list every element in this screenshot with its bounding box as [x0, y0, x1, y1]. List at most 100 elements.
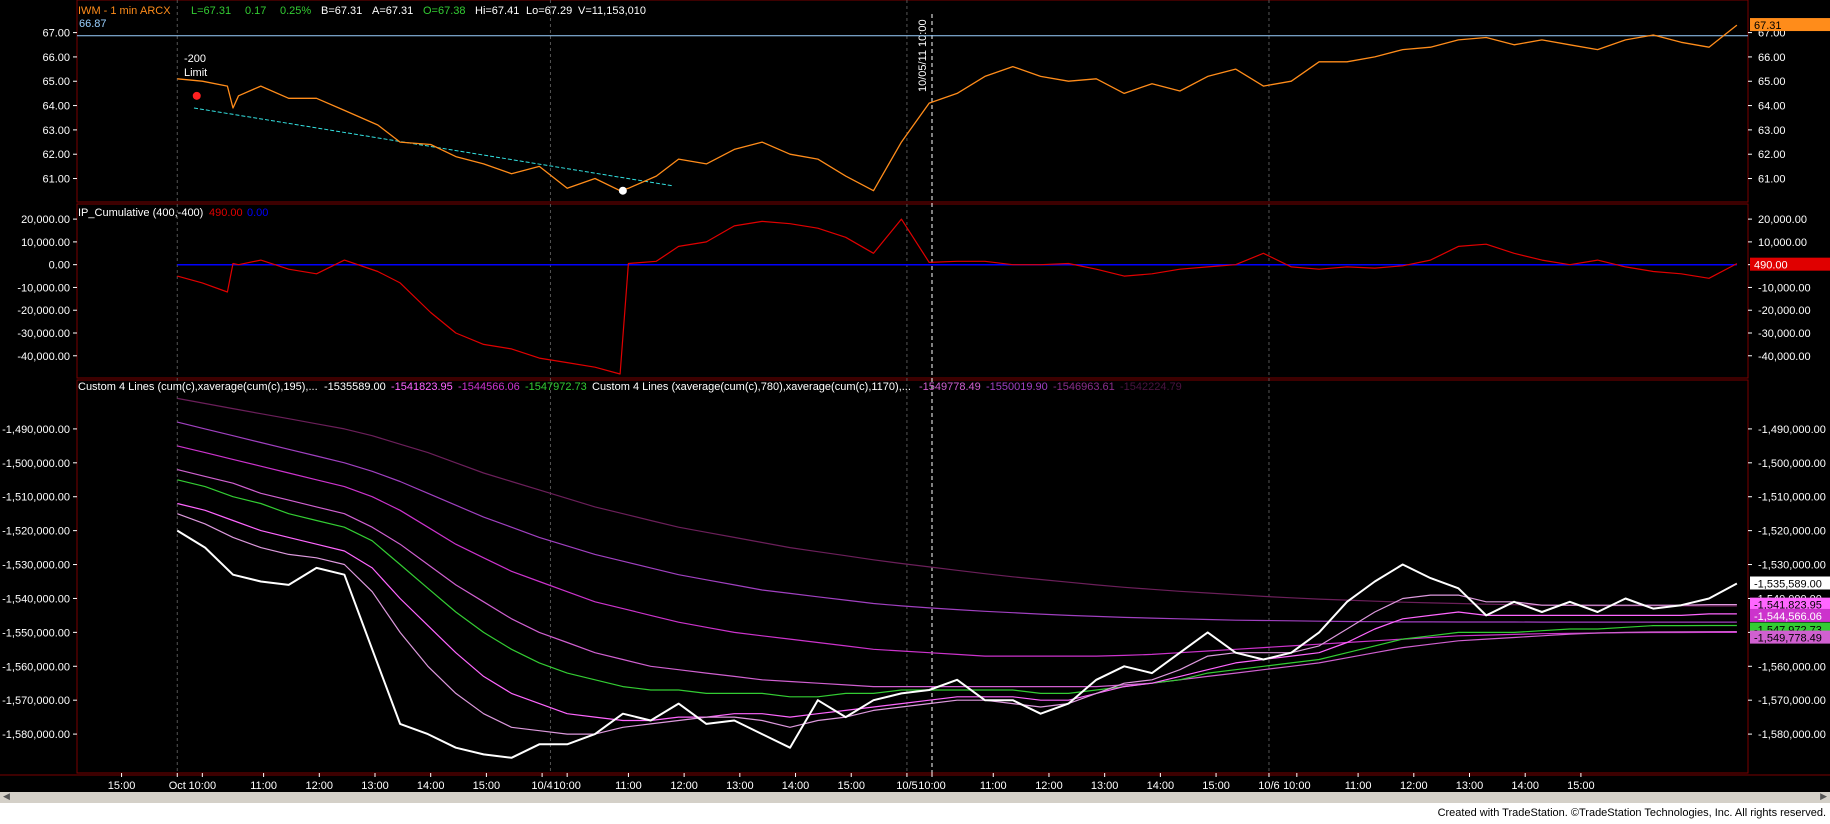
c4-left-tick-4: -1,530,000.00 — [2, 560, 70, 572]
custom4-v4: -1547972.73 — [525, 381, 587, 393]
ip-right-tick-1: 10,000.00 — [1758, 237, 1807, 249]
open-label: O=67.38 — [423, 5, 466, 17]
x-tick-18: 12:00 — [1035, 780, 1063, 792]
horizontal-scrollbar[interactable]: ◀ ▶ — [0, 791, 1830, 803]
c4-series-2 — [177, 502, 1737, 722]
price-header: IWM - 1 min ARCX L=67.31 0.17 0.25% B=67… — [78, 5, 646, 30]
ask-label: A=67.31 — [372, 5, 413, 17]
ip-title: IP_Cumulative (400,-400) — [78, 207, 203, 219]
price-panel: 67.00 67.0066.00 66.0065.00 65.0064.00 64.00… — [42, 18, 1830, 195]
footer: Created with TradeStation. ©TradeStation… — [0, 803, 1830, 824]
order-marker[interactable]: -200 Limit — [184, 53, 207, 79]
x-tick-17: 11:00 — [980, 780, 1007, 792]
x-tick-8: 10/4 — [531, 780, 552, 792]
x-tick-5: 13:00 — [361, 780, 389, 792]
ip-value: 490.00 — [209, 207, 243, 219]
x-tick-4: 12:00 — [306, 780, 334, 792]
c4-left-tick-6: -1,550,000.00 — [2, 627, 70, 639]
x-tick-2: 10:00 — [189, 780, 217, 792]
x-tick-9: 10:00 — [553, 780, 581, 792]
pct-label: 0.25% — [280, 5, 311, 17]
c4-series-0 — [176, 529, 1738, 759]
change-label: 0.17 — [245, 5, 266, 17]
ip-right-tick-4: -20,000.00 — [1758, 305, 1811, 317]
ip-left-tick-1: 10,000.00 — [21, 237, 70, 249]
high-label: Hi=67.41 — [475, 5, 519, 17]
exchange-label: ARCX — [140, 5, 171, 17]
copyright-text: Created with TradeStation. ©TradeStation… — [1437, 807, 1826, 819]
c4-tag-5: -1,549,778.49 — [1754, 633, 1822, 645]
ip-left-tick-3: -10,000.00 — [17, 282, 70, 294]
bid-label: B=67.31 — [321, 5, 362, 17]
x-tick-3: 11:00 — [250, 780, 277, 792]
scroll-right-icon[interactable]: ▶ — [1820, 791, 1827, 802]
panel-frame-1 — [76, 0, 1749, 203]
x-tick-15: 10/5 — [896, 780, 917, 792]
x-tick-23: 10:00 — [1283, 780, 1311, 792]
x-tick-13: 14:00 — [782, 780, 810, 792]
ip-right-tick-0: 20,000.00 — [1758, 214, 1807, 226]
price-left-tick-5: 62.00 — [42, 149, 70, 161]
price-right-tick-5: 62.00 — [1758, 149, 1786, 161]
x-tick-25: 12:00 — [1400, 780, 1428, 792]
low-label: Lo=67.29 — [526, 5, 572, 17]
ip-left-tick-2: 0.00 — [49, 260, 70, 272]
ip-last-tag: 490.00 — [1754, 260, 1788, 272]
c4-series-6 — [177, 421, 1737, 623]
x-tick-22: 10/6 — [1258, 780, 1279, 792]
price-last-tag: 67.31 — [1754, 20, 1782, 32]
c4-left-tick-1: -1,500,000.00 — [2, 458, 70, 470]
x-axis: 15:00 Oct 10:00 11:00 12:00 13:00 14:00 15:00 10… — [108, 773, 1595, 792]
custom4-panel: -1,490,000.00 -1,490,000.00 -1,500,000.00 -… — [2, 397, 1830, 759]
c4-right-tick-7: -1,560,000.00 — [1758, 661, 1826, 673]
marker-label: 10/05/11 10:00 — [917, 19, 929, 92]
symbol-label: IWM - 1 min — [78, 5, 137, 17]
c4-right-tick-4: -1,530,000.00 — [1758, 560, 1826, 572]
custom4-v6: -1550019.90 — [986, 381, 1048, 393]
x-tick-27: 14:00 — [1511, 780, 1539, 792]
c4-right-tick-3: -1,520,000.00 — [1758, 526, 1826, 538]
x-tick-19: 13:00 — [1091, 780, 1119, 792]
last-label: L=67.31 — [191, 5, 231, 17]
c4-tag-0: -1,535,589.00 — [1754, 578, 1822, 590]
scroll-left-icon[interactable]: ◀ — [3, 791, 10, 802]
x-tick-20: 14:00 — [1147, 780, 1175, 792]
ip-right-tick-6: -40,000.00 — [1758, 351, 1811, 363]
c4-right-tick-9: -1,580,000.00 — [1758, 729, 1826, 741]
c4-tag-3: -1,544,566.06 — [1754, 611, 1822, 623]
ip-right-tick-3: -10,000.00 — [1758, 282, 1811, 294]
c4-series-3 — [177, 479, 1737, 698]
price-left-tick-3: 64.00 — [42, 101, 70, 113]
price-left-tick-2: 65.00 — [42, 76, 70, 88]
custom4-v5: -1549778.49 — [919, 381, 981, 393]
custom4-v3: -1544566.06 — [458, 381, 520, 393]
x-tick-11: 12:00 — [670, 780, 698, 792]
trendline — [193, 107, 674, 187]
c4-left-tick-0: -1,490,000.00 — [2, 424, 70, 436]
x-tick-21: 15:00 — [1202, 780, 1230, 792]
c4-left-tick-3: -1,520,000.00 — [2, 526, 70, 538]
c4-right-tick-1: -1,500,000.00 — [1758, 458, 1826, 470]
c4-left-tick-5: -1,540,000.00 — [2, 593, 70, 605]
custom4-title-2: Custom 4 Lines (xaverage(cum(c),780),xav… — [592, 381, 911, 393]
price-right-tick-4: 63.00 — [1758, 125, 1786, 137]
ip-zero-value: 0.00 — [247, 207, 268, 219]
x-tick-28: 15:00 — [1567, 780, 1595, 792]
ip-left-tick-5: -30,000.00 — [17, 328, 70, 340]
c4-right-tick-8: -1,570,000.00 — [1758, 695, 1826, 707]
custom4-header: Custom 4 Lines (cum(c),xaverage(cum(c),1… — [78, 381, 1182, 393]
price-left-tick-1: 66.00 — [42, 52, 70, 64]
price-right-tick-6: 61.00 — [1758, 174, 1786, 186]
custom4-v7: -1546963.61 — [1053, 381, 1115, 393]
c4-series-1 — [177, 513, 1737, 735]
x-tick-16: 10:00 — [918, 780, 946, 792]
price-series-0 — [177, 24, 1738, 192]
c4-left-tick-9: -1,580,000.00 — [2, 729, 70, 741]
order-type: Limit — [184, 67, 207, 79]
c4-left-tick-8: -1,570,000.00 — [2, 695, 70, 707]
x-tick-0: 15:00 — [108, 780, 136, 792]
custom4-v2: -1541823.95 — [391, 381, 453, 393]
x-tick-7: 15:00 — [473, 780, 501, 792]
x-tick-1: Oct — [169, 780, 186, 792]
x-tick-24: 11:00 — [1345, 780, 1372, 792]
